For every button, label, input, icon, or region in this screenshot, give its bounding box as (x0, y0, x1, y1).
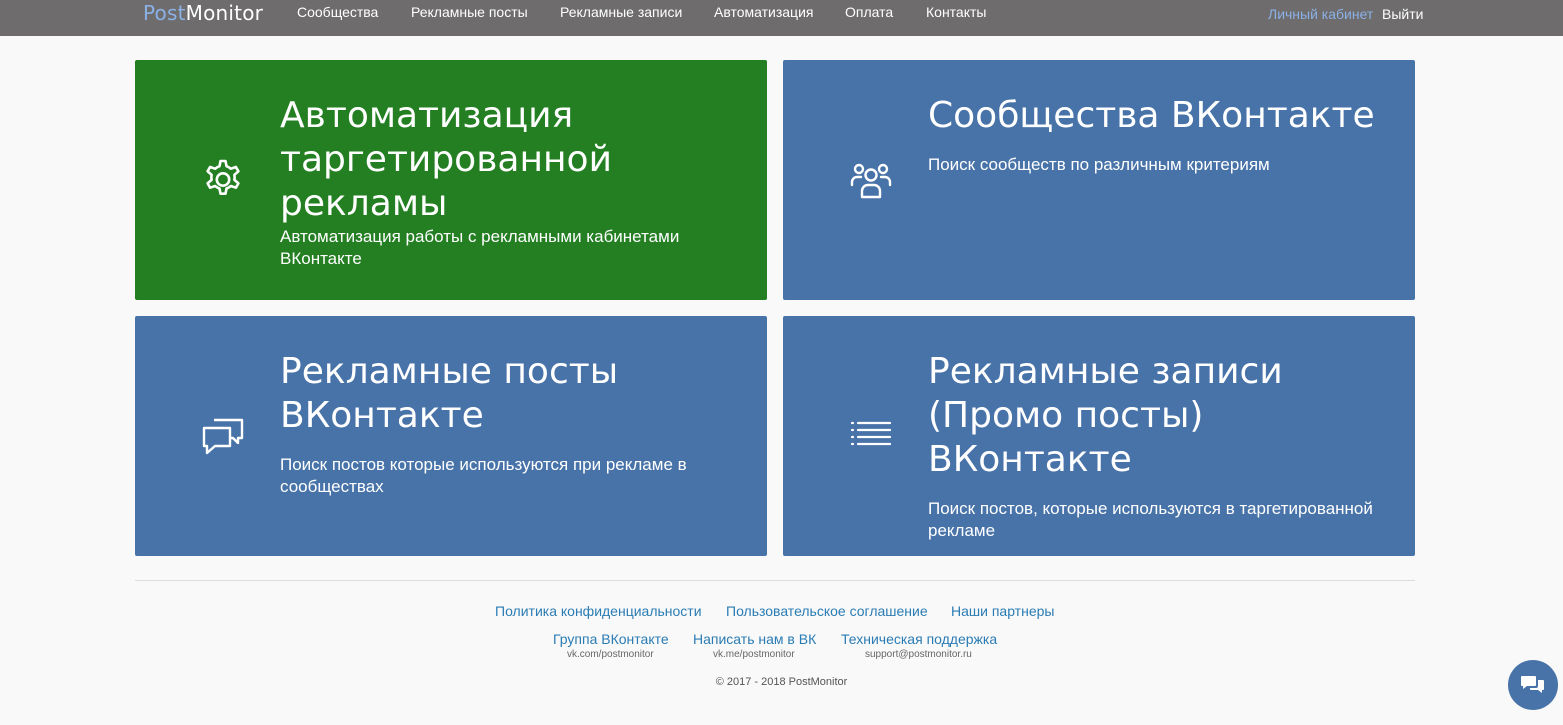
gear-icon (201, 158, 245, 202)
card-communities[interactable]: Сообщества ВКонтакте Поиск сообществ по … (783, 60, 1415, 300)
card-ad-posts[interactable]: Рекламные посты ВКонтакте Поиск постов к… (135, 316, 767, 556)
card-automation-description: Автоматизация работы с рекламными кабине… (280, 227, 680, 268)
brand-part-monitor: Monitor (185, 1, 264, 25)
footer-write-vk-url: vk.me/postmonitor (713, 649, 795, 660)
footer-divider (135, 580, 1415, 581)
card-communities-title: Сообщества ВКонтакте (928, 95, 1375, 136)
card-automation[interactable]: Автоматизация таргетированной рекламы Ав… (135, 60, 767, 300)
nav-item-automation[interactable]: Автоматизация (714, 4, 813, 20)
nav-item-communities[interactable]: Сообщества (297, 4, 378, 20)
nav-item-ad-records[interactable]: Рекламные записи (560, 4, 682, 20)
footer-partners-link[interactable]: Наши партнеры (951, 603, 1054, 619)
chat-icon (1521, 676, 1544, 693)
card-ad-posts-title: Рекламные посты ВКонтакте (280, 351, 619, 436)
users-icon (849, 158, 893, 202)
footer-privacy-policy-link[interactable]: Политика конфиденциальности (495, 603, 702, 619)
card-ad-posts-text: Рекламные посты ВКонтакте Поиск постов к… (280, 350, 750, 498)
footer-write-vk-link[interactable]: Написать нам в ВК (693, 631, 816, 647)
card-automation-text: Автоматизация таргетированной рекламы Ав… (280, 94, 750, 270)
footer-support-link[interactable]: Техническая поддержка (841, 631, 997, 647)
card-promo-posts[interactable]: Рекламные записи (Промо посты) ВКонтакте… (783, 316, 1415, 556)
footer-vk-group-link[interactable]: Группа ВКонтакте (553, 631, 669, 647)
footer-copyright: © 2017 - 2018 PostMonitor (715, 676, 848, 688)
nav-item-ad-posts[interactable]: Рекламные посты (411, 4, 528, 20)
list-icon (849, 414, 893, 458)
top-navbar: PostMonitor Сообщества Рекламные посты Р… (0, 0, 1563, 36)
brand-logo[interactable]: PostMonitor (143, 2, 263, 24)
card-promo-posts-title: Рекламные записи (Промо посты) ВКонтакте (928, 351, 1283, 480)
chat-bubbles-icon (201, 414, 245, 458)
nav-logout[interactable]: Выйти (1382, 6, 1423, 22)
footer-support-email: support@postmonitor.ru (865, 649, 972, 660)
card-promo-posts-text: Рекламные записи (Промо посты) ВКонтакте… (928, 350, 1398, 542)
nav-personal-cabinet[interactable]: Личный кабинет (1268, 6, 1373, 22)
card-communities-description: Поиск сообществ по различным критериям (928, 155, 1270, 174)
brand-part-post: Post (143, 1, 186, 25)
footer-vk-group-url: vk.com/postmonitor (567, 649, 654, 660)
footer-user-agreement-link[interactable]: Пользовательское соглашение (726, 603, 928, 619)
card-promo-posts-description: Поиск постов, которые используются в тар… (928, 499, 1373, 540)
chat-widget-button[interactable] (1508, 660, 1558, 710)
card-ad-posts-description: Поиск постов которые используются при ре… (280, 455, 687, 496)
nav-item-payment[interactable]: Оплата (845, 4, 893, 20)
nav-item-contacts[interactable]: Контакты (926, 4, 986, 20)
card-automation-title: Автоматизация таргетированной рекламы (280, 95, 612, 224)
card-communities-text: Сообщества ВКонтакте Поиск сообществ по … (928, 94, 1398, 176)
